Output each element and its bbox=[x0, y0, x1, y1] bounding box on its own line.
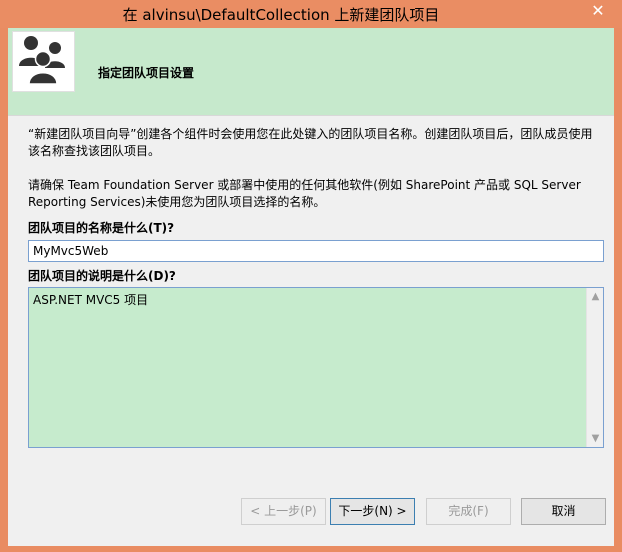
header-divider bbox=[8, 115, 614, 116]
window-title: 在 alvinsu\DefaultCollection 上新建团队项目 bbox=[122, 6, 440, 24]
name-label: 团队项目的名称是什么(T)? bbox=[28, 221, 175, 235]
scroll-up-icon[interactable]: ▲ bbox=[587, 288, 604, 305]
intro-paragraph-2: 请确保 Team Foundation Server 或部署中使用的任何其他软件… bbox=[28, 178, 581, 209]
close-button[interactable]: ✕ bbox=[576, 0, 620, 22]
page-title: 指定团队项目设置 bbox=[98, 66, 195, 80]
project-name-input[interactable] bbox=[28, 240, 604, 262]
previous-button[interactable]: < 上一步(P) bbox=[241, 498, 326, 525]
intro-paragraph-1: “新建团队项目向导”创建各个组件时会使用您在此处键入的团队项目名称。创建团队项目… bbox=[28, 127, 593, 158]
scroll-down-icon[interactable]: ▼ bbox=[587, 430, 604, 447]
project-description-textarea[interactable]: ASP.NET MVC5 项目 ▲ ▼ bbox=[28, 287, 604, 448]
close-icon: ✕ bbox=[591, 1, 605, 20]
wizard-header: 指定团队项目设置 bbox=[8, 28, 614, 115]
window-titlebar: 在 alvinsu\DefaultCollection 上新建团队项目 ✕ bbox=[0, 0, 622, 28]
team-members-icon bbox=[12, 31, 75, 92]
next-button[interactable]: 下一步(N) > bbox=[330, 498, 415, 525]
finish-button[interactable]: 完成(F) bbox=[426, 498, 511, 525]
description-label: 团队项目的说明是什么(D)? bbox=[28, 269, 176, 283]
wizard-client-area: 指定团队项目设置 “新建团队项目向导”创建各个组件时会使用您在此处键入的团队项目… bbox=[8, 28, 614, 546]
cancel-button[interactable]: 取消 bbox=[521, 498, 606, 525]
description-scrollbar[interactable]: ▲ ▼ bbox=[586, 288, 603, 447]
description-text: ASP.NET MVC5 项目 bbox=[33, 293, 149, 307]
